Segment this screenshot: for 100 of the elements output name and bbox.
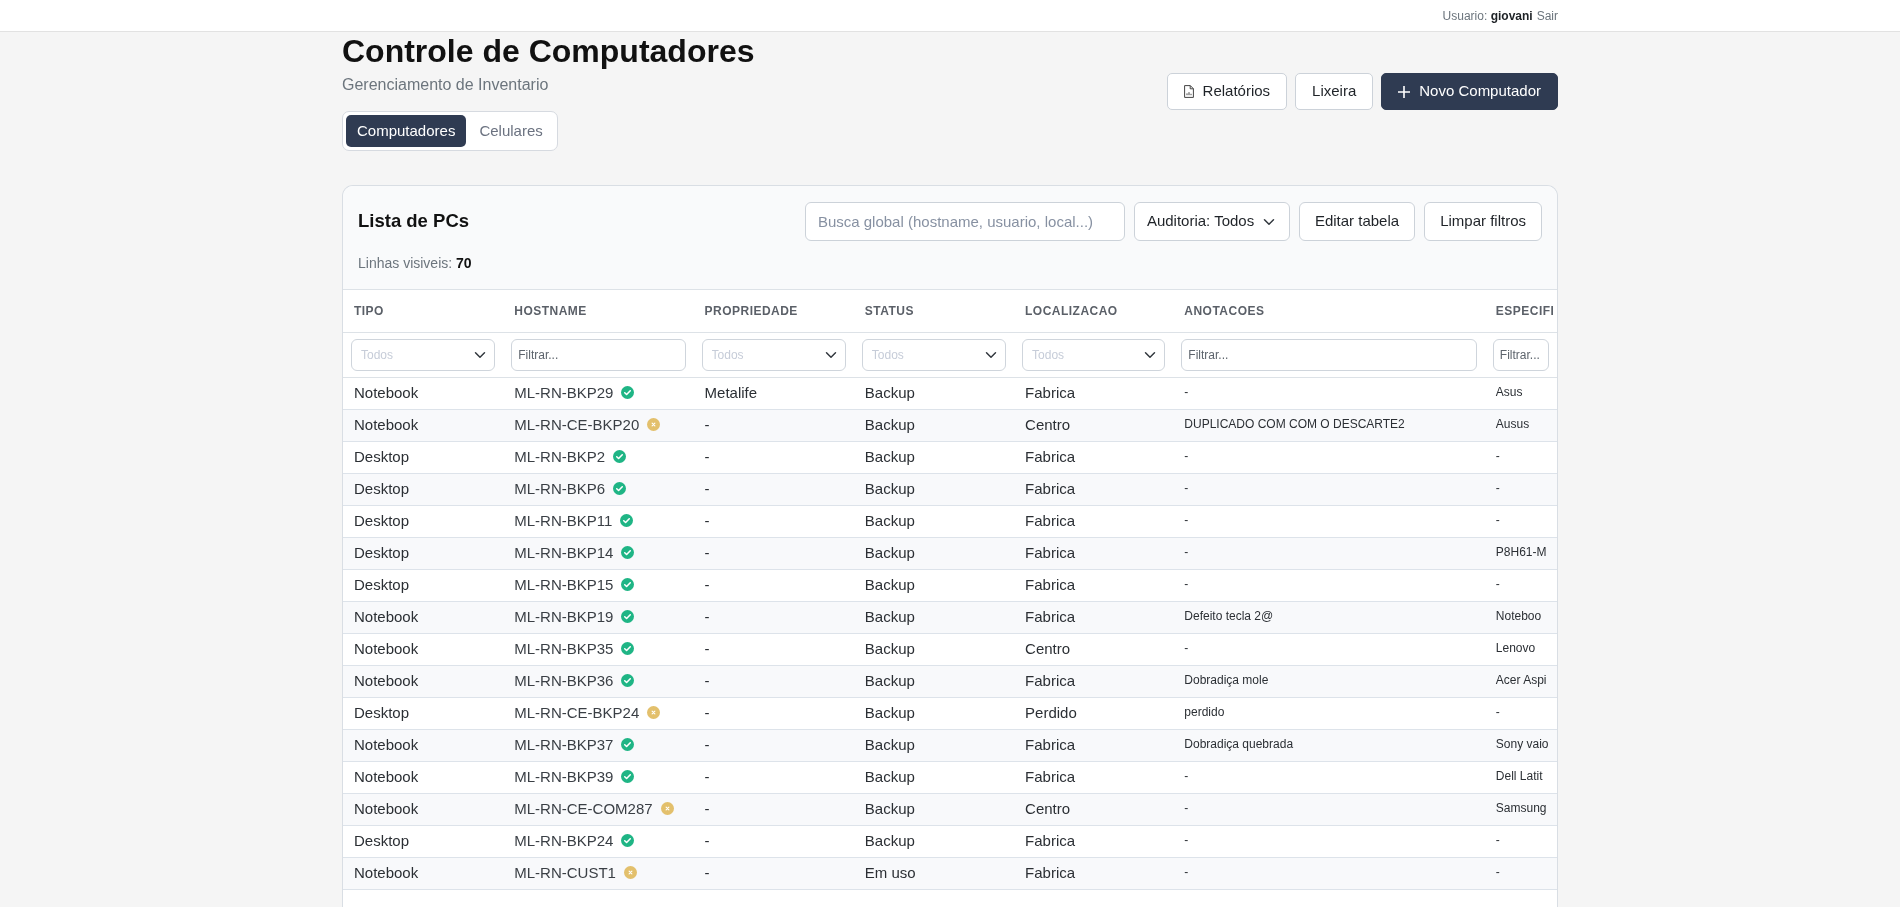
- document-icon: [1183, 85, 1194, 98]
- table-cell: Backup: [853, 409, 1015, 442]
- hostname-text: ML-RN-BKP6: [514, 480, 606, 498]
- table-cell: Fabrica: [1014, 601, 1174, 634]
- table-cell: -: [1173, 505, 1485, 538]
- table-cell: Fabrica: [1014, 537, 1174, 570]
- table-cell: Noteboo: [1484, 601, 1557, 634]
- table-cell: -: [693, 569, 854, 602]
- table-cell: -: [693, 825, 854, 858]
- user-label: Usuario: giovani: [1442, 7, 1533, 25]
- table-cell: Centro: [1014, 409, 1174, 442]
- table-cell: Fabrica: [1014, 569, 1174, 602]
- table-cell: Fabrica: [1014, 377, 1174, 410]
- clear-filters-button[interactable]: Limpar filtros: [1424, 202, 1542, 241]
- table-cell: Notebook: [343, 857, 504, 890]
- table-cell: perdido: [1173, 697, 1485, 730]
- table-cell: -: [693, 601, 854, 634]
- logout-link[interactable]: Sair: [1536, 6, 1558, 25]
- hostname-text: ML-RN-BKP2: [514, 448, 606, 466]
- table-cell: Asus: [1484, 377, 1557, 410]
- table-cell: -: [1173, 537, 1485, 570]
- table-cell: Notebook: [343, 409, 504, 442]
- table-cell: Em uso: [853, 857, 1015, 890]
- table-cell: Fabrica: [1014, 505, 1174, 538]
- hostname-text: ML-RN-CUST1: [514, 864, 616, 882]
- table-cell: Fabrica: [1014, 761, 1174, 794]
- tab[interactable]: Computadores: [346, 115, 467, 147]
- table-cell: -: [1173, 441, 1485, 474]
- table-cell: Centro: [1014, 793, 1174, 826]
- table-cell: -: [693, 537, 854, 570]
- column-header: PROPRIEDADE: [693, 289, 854, 333]
- table-cell: Ausus: [1484, 409, 1557, 442]
- column-filter-field[interactable]: Filtrar...: [511, 339, 686, 371]
- table-cell: Notebook: [343, 729, 504, 762]
- column-header: STATUS: [853, 289, 1015, 333]
- table-cell: -: [693, 633, 854, 666]
- hostname-text: ML-RN-BKP11: [514, 512, 613, 530]
- visible-rows-count: Linhas visiveis: 70: [358, 254, 473, 272]
- page-subtitle: Gerenciamento de Inventario: [342, 75, 549, 95]
- reports-button[interactable]: Relatórios: [1166, 73, 1288, 110]
- audit-filter-select[interactable]: Auditoria: Todos: [1133, 202, 1290, 241]
- table-cell: DUPLICADO COM COM O DESCARTE2: [1173, 409, 1485, 442]
- table-cell: -: [693, 729, 854, 762]
- table-cell: -: [1173, 473, 1485, 506]
- list-title: Lista de PCs: [358, 210, 470, 233]
- hostname-text: ML-RN-BKP19: [514, 608, 614, 626]
- hostname-text: ML-RN-CE-COM287: [514, 800, 653, 818]
- table-cell: Fabrica: [1014, 473, 1174, 506]
- table-cell: Fabrica: [1014, 857, 1174, 890]
- table-cell: Backup: [853, 601, 1015, 634]
- column-filter-field[interactable]: Filtrar...: [1181, 339, 1477, 371]
- tab[interactable]: Celulares: [468, 115, 554, 147]
- table-cell: Metalife: [693, 377, 854, 410]
- table-cell: -: [693, 697, 854, 730]
- table-cell: P8H61-M: [1484, 537, 1557, 570]
- hostname-text: ML-RN-CE-BKP24: [514, 704, 640, 722]
- trash-button[interactable]: Lixeira: [1295, 73, 1374, 110]
- table-cell: -: [1173, 633, 1485, 666]
- table-cell: Backup: [853, 473, 1015, 506]
- table-cell: -: [693, 665, 854, 698]
- table-cell: -: [1484, 857, 1557, 890]
- search-field[interactable]: Busca global (hostname, usuario, local...): [804, 202, 1125, 241]
- table-cell: Backup: [853, 569, 1015, 602]
- table-cell: Fabrica: [1014, 825, 1174, 858]
- hostname-text: ML-RN-BKP24: [514, 832, 614, 850]
- hostname-text: ML-RN-BKP35: [514, 640, 614, 658]
- table-cell: Desktop: [343, 537, 504, 570]
- table-cell: -: [1173, 793, 1485, 826]
- table-cell: Fabrica: [1014, 665, 1174, 698]
- column-header: ESPECIFI: [1484, 289, 1557, 333]
- table-cell: Backup: [853, 793, 1015, 826]
- hostname-text: ML-RN-BKP14: [514, 544, 614, 562]
- table-cell: -: [1484, 825, 1557, 858]
- column-header: TIPO: [343, 289, 504, 333]
- table-cell: Desktop: [343, 697, 504, 730]
- column-filter-field[interactable]: Filtrar...: [1492, 339, 1549, 371]
- table-cell: -: [693, 793, 854, 826]
- table-cell: Desktop: [343, 505, 504, 538]
- table-cell: Dell Latit: [1484, 761, 1557, 794]
- table-cell: -: [693, 761, 854, 794]
- table-cell: -: [693, 857, 854, 890]
- page-title: Controle de Computadores: [342, 32, 755, 70]
- table-cell: Desktop: [343, 473, 504, 506]
- table-cell: Backup: [853, 441, 1015, 474]
- table-cell: Acer Aspi: [1484, 665, 1557, 698]
- table-cell: Perdido: [1014, 697, 1174, 730]
- table-cell: Notebook: [343, 761, 504, 794]
- table-cell: Backup: [853, 633, 1015, 666]
- table-cell: -: [1173, 569, 1485, 602]
- table-cell: Fabrica: [1014, 441, 1174, 474]
- table-cell: -: [1484, 505, 1557, 538]
- table-cell: Notebook: [343, 793, 504, 826]
- edit-table-button[interactable]: Editar tabela: [1298, 202, 1416, 241]
- table-cell: Lenovo: [1484, 633, 1557, 666]
- new-computer-button[interactable]: Novo Computador: [1381, 73, 1558, 110]
- table-cell: Notebook: [343, 665, 504, 698]
- table-cell: Backup: [853, 825, 1015, 858]
- table-cell: Desktop: [343, 569, 504, 602]
- table-cell: Backup: [853, 761, 1015, 794]
- table-cell: Backup: [853, 729, 1015, 762]
